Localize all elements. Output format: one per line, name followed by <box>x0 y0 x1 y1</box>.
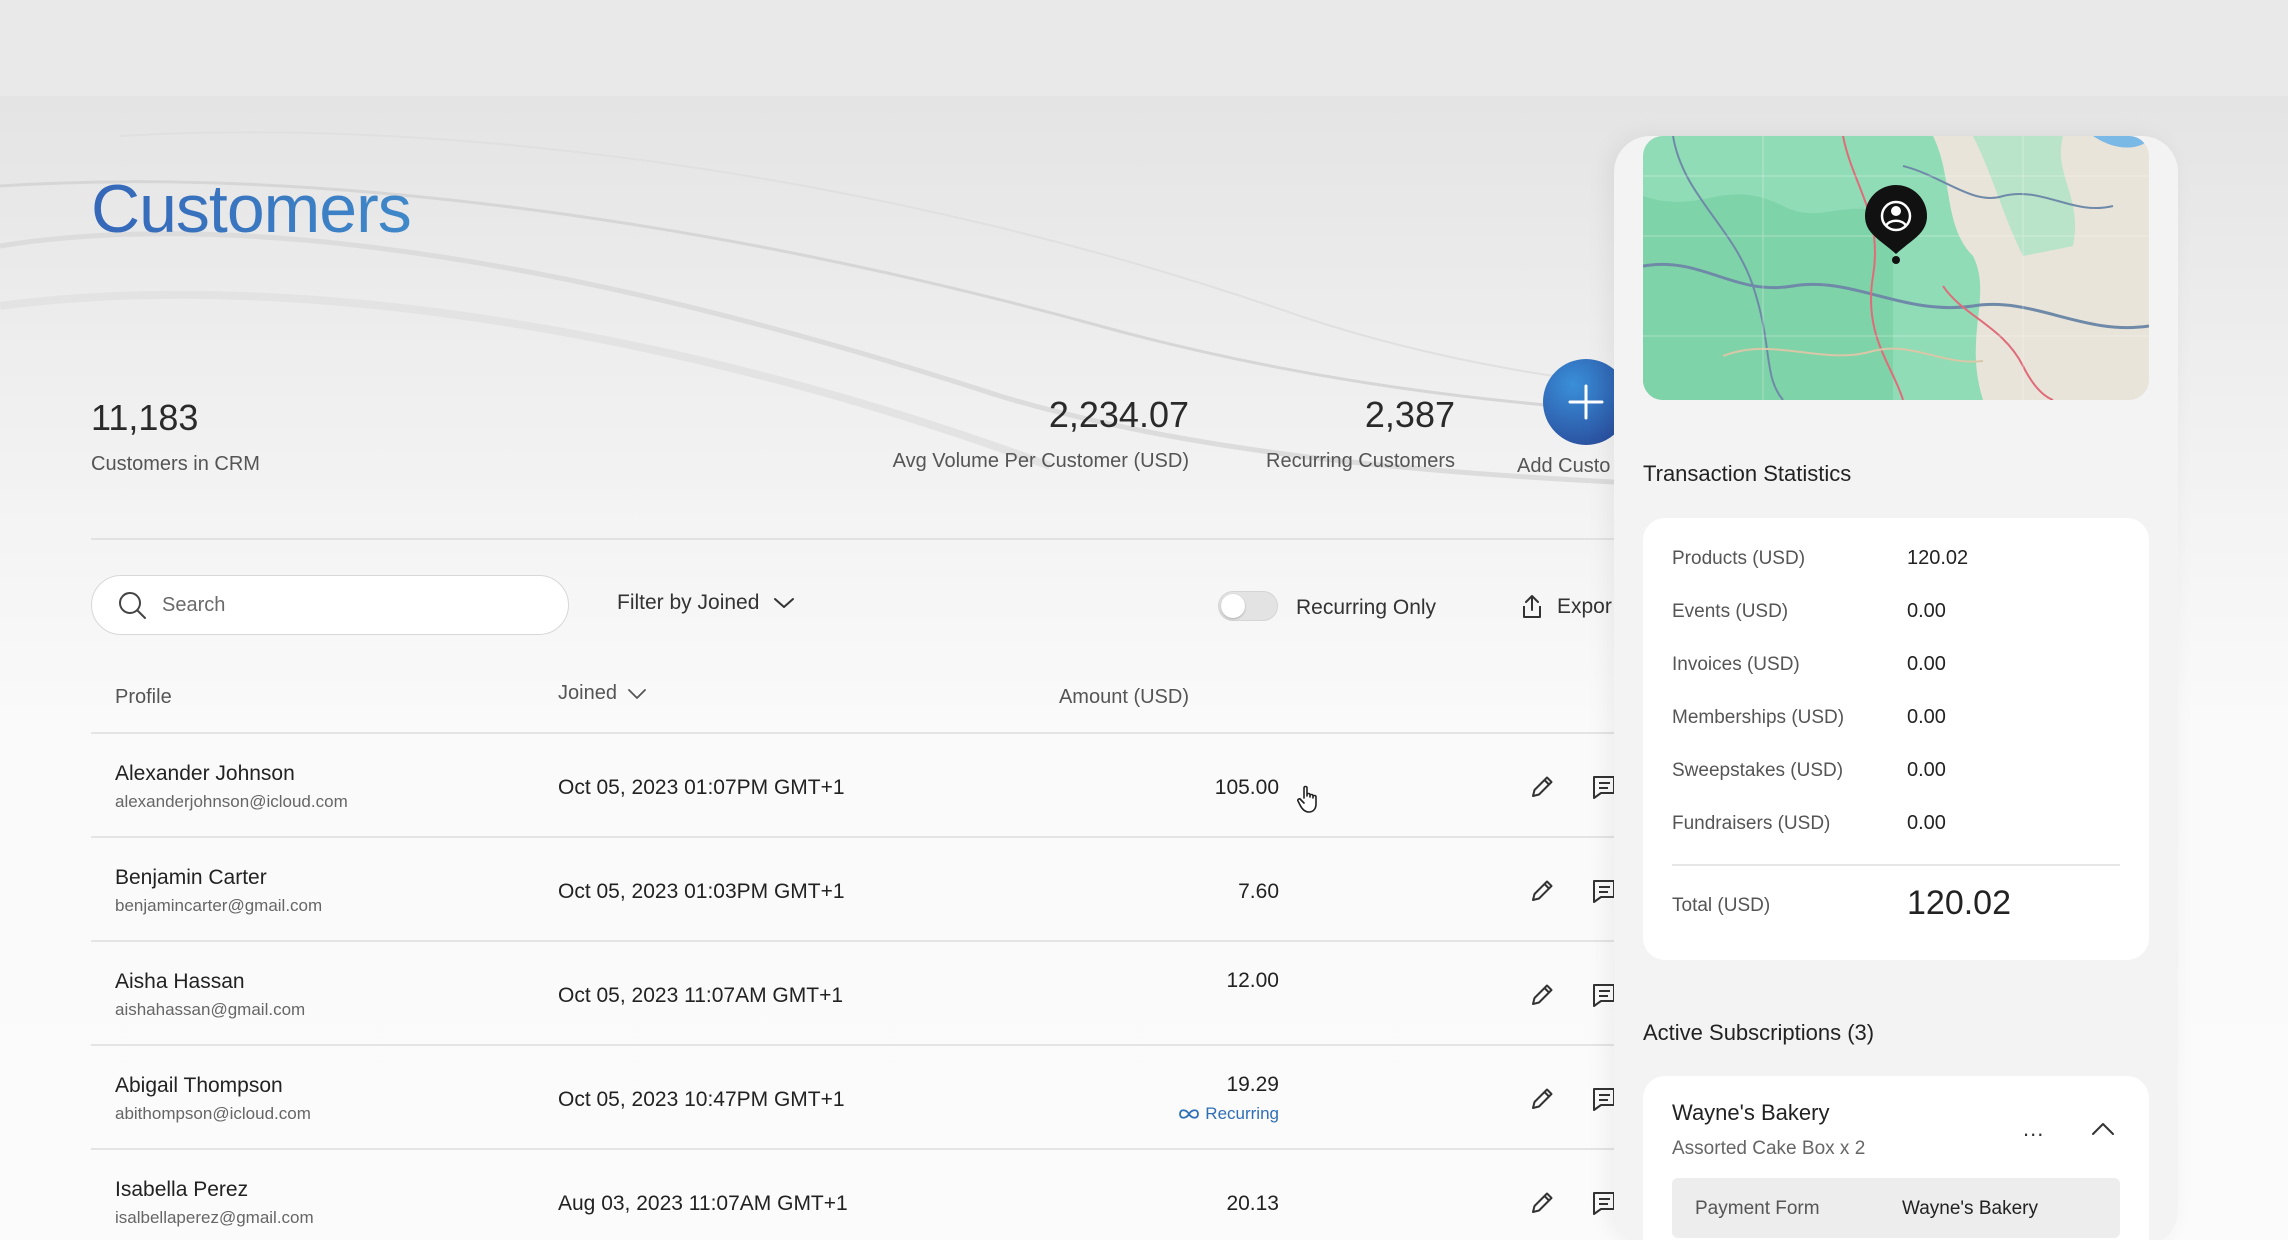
subscription-name: Wayne's Bakery <box>1672 1100 1830 1125</box>
filter-label: Filter by Joined <box>617 591 760 614</box>
transaction-label: Sweepstakes (USD) <box>1672 760 1844 781</box>
stat-customers-in-crm: 11,183 Customers in CRM <box>91 397 260 476</box>
customer-name: Benjamin Carter <box>115 866 267 889</box>
search-input[interactable] <box>162 593 502 617</box>
customer-detail-panel: Transaction Statistics Products (USD) 12… <box>1614 136 2178 1240</box>
customer-amount: 20.13 <box>1226 1192 1279 1215</box>
transaction-value: 0.00 <box>1907 706 1946 728</box>
customer-amount: 7.60 <box>1238 880 1279 903</box>
column-header-joined[interactable]: Joined <box>558 682 647 705</box>
customer-joined: Oct 05, 2023 10:47PM GMT+1 <box>558 1088 845 1111</box>
customer-email: aishahassan@gmail.com <box>115 1000 306 1019</box>
search-field[interactable] <box>91 575 569 635</box>
recurring-badge: Recurring <box>1177 1104 1279 1124</box>
table-row[interactable]: Benjamin Carter benjamincarter@gmail.com… <box>91 838 1631 942</box>
table-row[interactable]: Aisha Hassan aishahassan@gmail.com Oct 0… <box>91 942 1631 1046</box>
plus-icon <box>1568 384 1604 420</box>
sort-chevron-icon <box>628 688 646 699</box>
transaction-value: 120.02 <box>1907 547 1969 569</box>
stat-label: Recurring Customers <box>1266 450 1455 472</box>
more-options-button[interactable]: ... <box>2023 1116 2044 1142</box>
share-icon <box>1523 595 1541 618</box>
add-customer-label: Add Custo <box>1517 455 1611 477</box>
customer-email: isalbellaperez@gmail.com <box>115 1208 314 1227</box>
active-subscriptions-title: Active Subscriptions (3) <box>1643 1020 1875 1045</box>
table-row[interactable]: Isabella Perez isalbellaperez@gmail.com … <box>91 1150 1631 1240</box>
top-bar <box>0 0 2288 96</box>
customer-name: Alexander Johnson <box>115 762 295 785</box>
customer-email: benjamincarter@gmail.com <box>115 896 323 915</box>
stat-recurring-customers: 2,387 Recurring Customers <box>1266 394 1455 473</box>
payment-form-row: Payment Form Wayne's Bakery <box>1672 1178 2120 1238</box>
transaction-value: 0.00 <box>1907 600 1946 622</box>
edit-pencil-icon[interactable] <box>1527 1084 1557 1114</box>
stat-avg-volume: 2,234.07 Avg Volume Per Customer (USD) <box>893 394 1189 473</box>
customer-location-map[interactable] <box>1643 136 2149 400</box>
chevron-down-icon <box>774 598 795 608</box>
edit-pencil-icon[interactable] <box>1527 772 1557 802</box>
customer-amount: 19.29 <box>1226 1073 1279 1096</box>
customer-email: alexanderjohnson@icloud.com <box>115 792 348 811</box>
stat-value: 2,234.07 <box>1048 394 1189 435</box>
customer-joined: Oct 05, 2023 11:07AM GMT+1 <box>558 984 844 1007</box>
transaction-label: Memberships (USD) <box>1672 707 1845 728</box>
subscription-description: Assorted Cake Box x 2 <box>1672 1138 1866 1159</box>
search-icon <box>119 592 146 619</box>
export-label: Expor <box>1557 595 1612 618</box>
toggle-knob <box>1221 594 1245 618</box>
total-label: Total (USD) <box>1672 895 1771 916</box>
transaction-label: Invoices (USD) <box>1672 654 1800 675</box>
payment-form-value: Wayne's Bakery <box>1902 1198 2038 1219</box>
map-graphic <box>1643 136 2149 400</box>
transaction-label: Fundraisers (USD) <box>1672 813 1831 834</box>
column-header-joined-label: Joined <box>558 682 617 704</box>
transaction-statistics-card: Products (USD) 120.02 Events (USD) 0.00 … <box>1643 518 2149 960</box>
transaction-value: 0.00 <box>1907 759 1946 781</box>
transaction-statistics-title: Transaction Statistics <box>1643 461 1852 486</box>
chevron-up-icon[interactable] <box>2091 1122 2115 1136</box>
column-header-profile: Profile <box>115 686 172 708</box>
transaction-value: 0.00 <box>1907 812 1946 834</box>
customer-joined: Aug 03, 2023 11:07AM GMT+1 <box>558 1192 848 1215</box>
customer-name: Aisha Hassan <box>115 970 245 993</box>
total-value: 120.02 <box>1907 884 2011 922</box>
transaction-label: Products (USD) <box>1672 548 1806 569</box>
customer-joined: Oct 05, 2023 01:03PM GMT+1 <box>558 880 845 903</box>
transaction-label: Events (USD) <box>1672 601 1789 622</box>
column-header-amount: Amount (USD) <box>1058 686 1189 708</box>
recurring-only-toggle[interactable] <box>1218 591 1278 621</box>
recurring-label: Recurring <box>1205 1104 1279 1123</box>
edit-pencil-icon[interactable] <box>1527 1188 1557 1218</box>
stat-value: 2,387 <box>1364 394 1455 435</box>
transaction-value: 0.00 <box>1907 653 1946 675</box>
stat-value: 11,183 <box>91 397 199 438</box>
subscription-card[interactable]: Wayne's Bakery Assorted Cake Box x 2 ...… <box>1643 1076 2149 1240</box>
stat-label: Avg Volume Per Customer (USD) <box>892 450 1189 472</box>
filter-by-joined-dropdown[interactable]: Filter by Joined <box>617 591 795 615</box>
divider <box>1672 864 2120 866</box>
payment-form-label: Payment Form <box>1695 1198 1820 1219</box>
customer-name: Isabella Perez <box>115 1178 249 1201</box>
hand-cursor-icon <box>1297 785 1317 813</box>
customer-joined: Oct 05, 2023 01:07PM GMT+1 <box>558 776 845 799</box>
customer-email: abithompson@icloud.com <box>115 1104 311 1123</box>
edit-pencil-icon[interactable] <box>1527 980 1557 1010</box>
stat-label: Customers in CRM <box>91 453 260 475</box>
table-row[interactable]: Abigail Thompson abithompson@icloud.com … <box>91 1046 1631 1150</box>
customer-amount: 12.00 <box>1226 969 1279 992</box>
export-button[interactable]: Expor <box>1521 594 1612 620</box>
page-title: Customers <box>91 171 412 247</box>
table-row[interactable]: Alexander Johnson alexanderjohnson@iclou… <box>91 734 1631 838</box>
recurring-only-label: Recurring Only <box>1296 596 1437 619</box>
infinity-icon <box>1179 1109 1200 1119</box>
divider <box>91 538 1631 540</box>
edit-pencil-icon[interactable] <box>1527 876 1557 906</box>
customer-amount: 105.00 <box>1214 776 1279 799</box>
customer-name: Abigail Thompson <box>115 1074 283 1097</box>
